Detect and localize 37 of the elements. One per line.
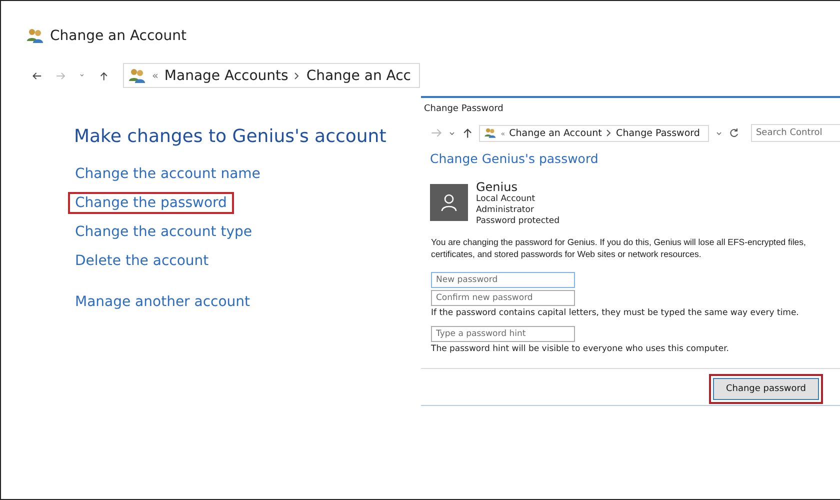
separator-icon bbox=[294, 72, 300, 80]
warning-text: You are changing the password for Genius. If you do this, Genius will lose all EFS-encrypted files, certificates, and stored passwords for Web sites or network resources. bbox=[431, 236, 807, 260]
account-link[interactable]: Change the account name bbox=[68, 163, 268, 185]
change-password-button[interactable]: Change password bbox=[708, 374, 823, 404]
breadcrumb[interactable]: Change Password bbox=[616, 128, 700, 138]
hint-field[interactable]: Type a password hint bbox=[431, 326, 575, 342]
window-title: Change an Account bbox=[50, 28, 186, 44]
account-link[interactable]: Delete the account bbox=[68, 250, 216, 272]
dropdown-caret-icon[interactable] bbox=[714, 130, 723, 136]
refresh-icon[interactable] bbox=[728, 128, 739, 138]
users-icon bbox=[484, 126, 497, 140]
window-title: Change Password bbox=[424, 104, 504, 114]
chevron-text: « bbox=[152, 70, 158, 82]
breadcrumb[interactable]: Change an Acc bbox=[306, 68, 411, 84]
account-link[interactable]: Change the password bbox=[68, 192, 234, 214]
address-bar[interactable]: « Manage Accounts Change an Acc bbox=[122, 63, 420, 88]
account-detail: Local Account bbox=[476, 194, 536, 205]
page-heading: Make changes to Genius's account bbox=[74, 126, 388, 147]
users-icon bbox=[128, 66, 146, 84]
account-name: Genius bbox=[476, 180, 518, 194]
search-field[interactable]: Search Control bbox=[750, 124, 840, 142]
account-link[interactable]: Manage another account bbox=[68, 291, 258, 313]
users-icon bbox=[26, 27, 44, 45]
account-detail: Administrator bbox=[476, 205, 535, 216]
password-field[interactable]: Confirm new password bbox=[431, 290, 575, 306]
password-field[interactable]: New password bbox=[431, 272, 575, 288]
breadcrumb[interactable]: Manage Accounts bbox=[164, 68, 288, 84]
breadcrumb[interactable]: Change an Account bbox=[509, 128, 602, 138]
up-arrow-icon[interactable] bbox=[462, 128, 474, 138]
account-detail: Password protected bbox=[476, 216, 560, 227]
account-link[interactable]: Change the account type bbox=[68, 221, 259, 243]
separator-icon bbox=[606, 129, 612, 137]
dropdown-caret-icon[interactable] bbox=[448, 130, 456, 136]
capital-letters-note: If the password contains capital letters, they must be typed the same way every time. bbox=[431, 308, 800, 318]
dialog-heading: Change Genius's password bbox=[430, 151, 600, 166]
hint-note: The password hint will be visible to everyone who uses this computer. bbox=[431, 344, 730, 354]
user-icon bbox=[441, 194, 457, 212]
